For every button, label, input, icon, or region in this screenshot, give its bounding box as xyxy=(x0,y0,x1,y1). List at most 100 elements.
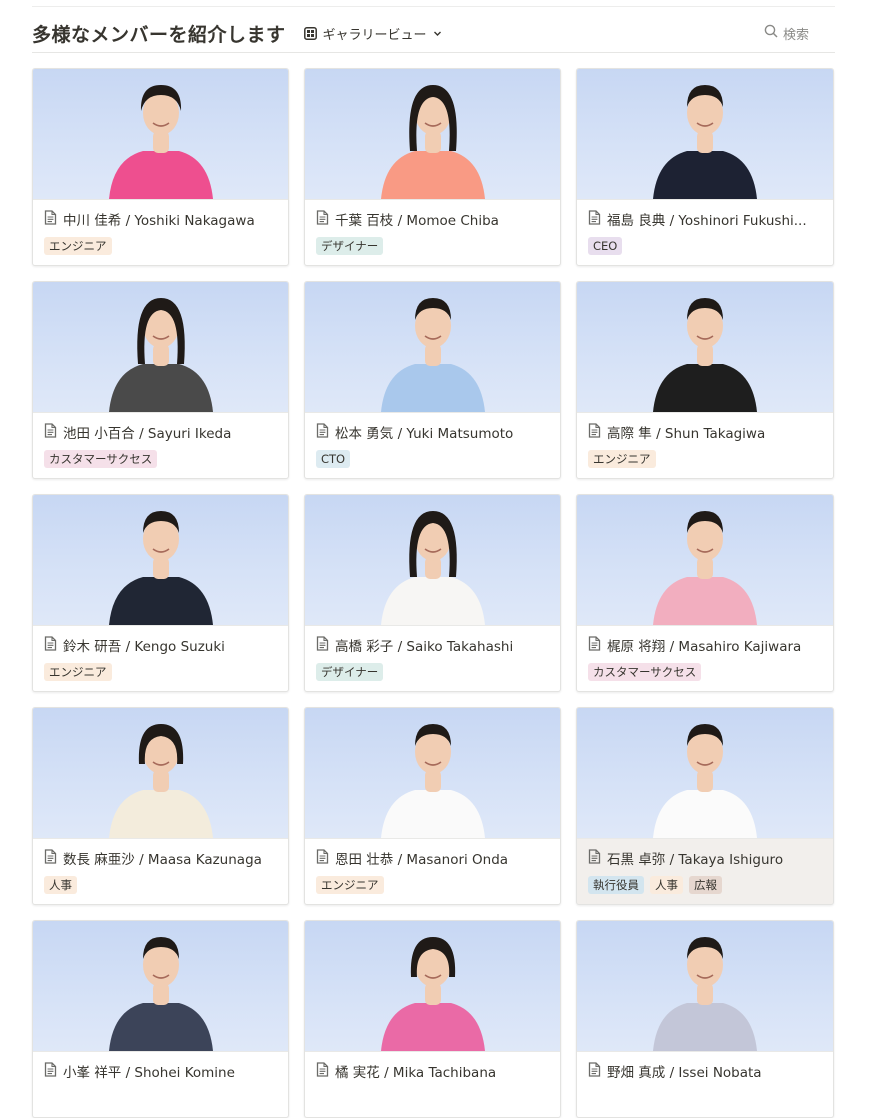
page-icon xyxy=(316,422,329,442)
member-name: 小峯 祥平 / Shohei Komine xyxy=(63,1065,235,1081)
role-tags: カスタマーサクセス xyxy=(577,655,833,681)
role-tags xyxy=(577,1081,833,1089)
member-photo xyxy=(33,921,288,1052)
member-photo xyxy=(33,708,288,839)
page-icon xyxy=(588,1061,601,1081)
member-card[interactable]: 福島 良典 / Yoshinori Fukushi... CEO xyxy=(576,68,834,266)
card-title-row: 千葉 百枝 / Momoe Chiba xyxy=(305,200,560,229)
member-card[interactable]: 高橋 彩子 / Saiko Takahashi デザイナー xyxy=(304,494,561,692)
page-icon xyxy=(44,635,57,655)
role-tags: エンジニア xyxy=(305,868,560,894)
member-name: 橘 実花 / Mika Tachibana xyxy=(335,1065,497,1081)
role-tags: CTO xyxy=(305,442,560,468)
member-name: 松本 勇気 / Yuki Matsumoto xyxy=(335,426,514,442)
member-card[interactable]: 鈴木 研吾 / Kengo Suzuki エンジニア xyxy=(32,494,289,692)
member-photo xyxy=(305,69,560,200)
member-photo xyxy=(305,708,560,839)
member-name: 池田 小百合 / Sayuri Ikeda xyxy=(63,426,232,442)
member-name: 数長 麻亜沙 / Maasa Kazunaga xyxy=(63,852,262,868)
role-tag: 人事 xyxy=(44,876,77,894)
chevron-down-icon xyxy=(433,29,442,38)
card-title-row: 小峯 祥平 / Shohei Komine xyxy=(33,1052,288,1081)
card-title-row: 数長 麻亜沙 / Maasa Kazunaga xyxy=(33,839,288,868)
card-title-row: 梶原 将翔 / Masahiro Kajiwara xyxy=(577,626,833,655)
card-title-row: 石黒 卓弥 / Takaya Ishiguro xyxy=(577,839,833,868)
role-tag: デザイナー xyxy=(316,237,384,255)
member-photo xyxy=(577,708,833,839)
member-card[interactable]: 池田 小百合 / Sayuri Ikeda カスタマーサクセス xyxy=(32,281,289,479)
page-icon xyxy=(44,422,57,442)
member-name: 恩田 壮恭 / Masanori Onda xyxy=(335,852,509,868)
member-photo xyxy=(33,282,288,413)
role-tag: カスタマーサクセス xyxy=(588,663,702,681)
role-tags xyxy=(33,1081,288,1089)
search-button[interactable]: 検索 xyxy=(764,24,809,43)
member-name: 中川 佳希 / Yoshiki Nakagawa xyxy=(63,213,255,229)
member-photo xyxy=(33,69,288,200)
gallery-grid: 中川 佳希 / Yoshiki Nakagawa エンジニア 千葉 百枝 / Mom… xyxy=(32,68,835,1118)
role-tag: CEO xyxy=(588,237,623,255)
member-name: 福島 良典 / Yoshinori Fukushi... xyxy=(607,213,807,229)
member-name: 石黒 卓弥 / Takaya Ishiguro xyxy=(607,852,784,868)
member-card[interactable]: 数長 麻亜沙 / Maasa Kazunaga 人事 xyxy=(32,707,289,905)
member-name: 梶原 将翔 / Masahiro Kajiwara xyxy=(607,639,802,655)
role-tag: エンジニア xyxy=(44,663,112,681)
page-icon xyxy=(316,635,329,655)
role-tags: エンジニア xyxy=(33,229,288,255)
role-tag: 執行役員 xyxy=(588,876,644,894)
member-card[interactable]: 橘 実花 / Mika Tachibana xyxy=(304,920,561,1118)
role-tag: 人事 xyxy=(650,876,683,894)
member-photo xyxy=(305,282,560,413)
card-title-row: 福島 良典 / Yoshinori Fukushi... xyxy=(577,200,833,229)
view-label: ギャラリービュー xyxy=(322,27,427,43)
view-switcher[interactable]: ギャラリービュー xyxy=(303,24,442,43)
card-title-row: 野畑 真成 / Issei Nobata xyxy=(577,1052,833,1081)
card-title-row: 池田 小百合 / Sayuri Ikeda xyxy=(33,413,288,442)
member-card[interactable]: 梶原 将翔 / Masahiro Kajiwara カスタマーサクセス xyxy=(576,494,834,692)
member-card[interactable]: 石黒 卓弥 / Takaya Ishiguro 執行役員 人事 広報 xyxy=(576,707,834,905)
member-name: 野畑 真成 / Issei Nobata xyxy=(607,1065,762,1081)
role-tags xyxy=(305,1081,560,1089)
page-icon xyxy=(44,209,57,229)
member-card[interactable]: 高際 隼 / Shun Takagiwa エンジニア xyxy=(576,281,834,479)
member-card[interactable]: 千葉 百枝 / Momoe Chiba デザイナー xyxy=(304,68,561,266)
card-title-row: 高際 隼 / Shun Takagiwa xyxy=(577,413,833,442)
member-photo xyxy=(577,282,833,413)
role-tag: エンジニア xyxy=(588,450,656,468)
card-title-row: 恩田 壮恭 / Masanori Onda xyxy=(305,839,560,868)
role-tag: CTO xyxy=(316,450,351,468)
search-icon xyxy=(764,24,778,42)
gallery-grid-icon xyxy=(303,26,317,40)
role-tags: エンジニア xyxy=(577,442,833,468)
page-icon xyxy=(588,209,601,229)
member-card[interactable]: 小峯 祥平 / Shohei Komine xyxy=(32,920,289,1118)
card-title-row: 高橋 彩子 / Saiko Takahashi xyxy=(305,626,560,655)
card-title-row: 橘 実花 / Mika Tachibana xyxy=(305,1052,560,1081)
member-photo xyxy=(577,495,833,626)
page-icon xyxy=(44,1061,57,1081)
role-tag: 広報 xyxy=(689,876,722,894)
page-icon xyxy=(588,635,601,655)
member-card[interactable]: 松本 勇気 / Yuki Matsumoto CTO xyxy=(304,281,561,479)
card-title-row: 中川 佳希 / Yoshiki Nakagawa xyxy=(33,200,288,229)
member-name: 高橋 彩子 / Saiko Takahashi xyxy=(335,639,514,655)
member-photo xyxy=(577,921,833,1052)
member-photo xyxy=(577,69,833,200)
role-tags: CEO xyxy=(577,229,833,255)
member-card[interactable]: 中川 佳希 / Yoshiki Nakagawa エンジニア xyxy=(32,68,289,266)
member-card[interactable]: 野畑 真成 / Issei Nobata xyxy=(576,920,834,1118)
role-tags: 人事 xyxy=(33,868,288,894)
card-title-row: 鈴木 研吾 / Kengo Suzuki xyxy=(33,626,288,655)
page-icon xyxy=(588,422,601,442)
database-title: 多様なメンバーを紹介します xyxy=(32,23,286,46)
member-photo xyxy=(305,495,560,626)
member-photo xyxy=(305,921,560,1052)
role-tags: 執行役員 人事 広報 xyxy=(577,868,833,894)
search-label: 検索 xyxy=(782,27,809,43)
role-tags: カスタマーサクセス xyxy=(33,442,288,468)
member-name: 鈴木 研吾 / Kengo Suzuki xyxy=(63,639,225,655)
top-divider xyxy=(32,6,835,7)
member-card[interactable]: 恩田 壮恭 / Masanori Onda エンジニア xyxy=(304,707,561,905)
page-icon xyxy=(316,848,329,868)
member-name: 高際 隼 / Shun Takagiwa xyxy=(607,426,766,442)
